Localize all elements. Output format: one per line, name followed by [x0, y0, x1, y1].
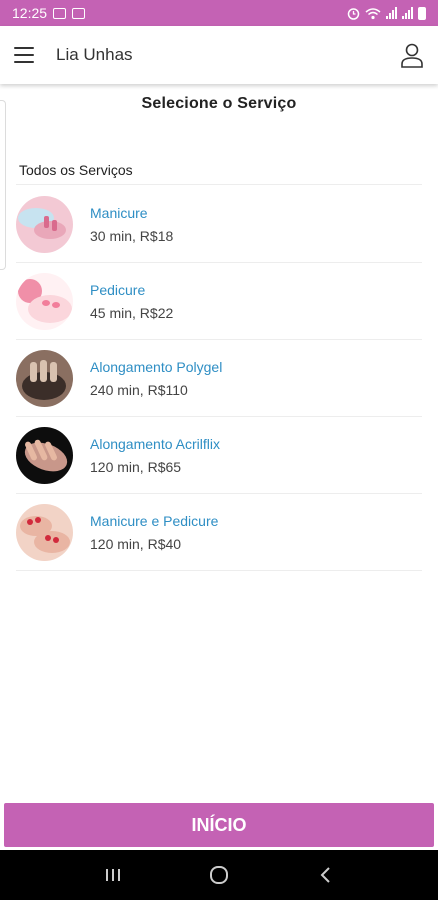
- section-label: Todos os Serviços: [19, 162, 133, 178]
- app-bar: Lia Unhas: [0, 26, 438, 84]
- section-divider: [16, 184, 422, 185]
- drawer-edge-handle[interactable]: [0, 100, 6, 270]
- manicure-pedicure-thumbnail-image: [16, 503, 73, 561]
- messenger-icon: [72, 7, 86, 19]
- service-item-manicure-e-pedicure[interactable]: Manicure e Pedicure 120 min, R$40: [16, 494, 422, 571]
- inicio-button[interactable]: INÍCIO: [4, 803, 434, 847]
- app-title: Lia Unhas: [56, 45, 133, 64]
- service-name: Pedicure: [90, 281, 146, 298]
- service-item-pedicure[interactable]: Pedicure 45 min, R$22: [16, 263, 422, 340]
- navigation-bar: [0, 850, 438, 900]
- service-item-alongamento-polygel[interactable]: Alongamento Polygel 240 min, R$110: [16, 340, 422, 417]
- page-title: Selecione o Serviço: [141, 95, 297, 112]
- gallery-icon: [53, 7, 67, 19]
- service-list: Manicure 30 min, R$18 Pedicure 45 min, R…: [16, 186, 422, 571]
- signal-icon: [386, 7, 397, 19]
- service-detail: 120 min, R$40: [90, 535, 182, 552]
- service-item-alongamento-acrilflix[interactable]: Alongamento Acrilflix 120 min, R$65: [16, 417, 422, 494]
- hamburger-menu-icon[interactable]: [14, 47, 34, 63]
- service-name: Alongamento Acrilflix: [90, 435, 220, 452]
- battery-icon: [418, 6, 426, 20]
- service-detail: 30 min, R$18: [90, 227, 174, 244]
- pedicure-thumbnail-image: [16, 272, 73, 330]
- service-item-manicure[interactable]: Manicure 30 min, R$18: [16, 186, 422, 263]
- polygel-thumbnail-image: [16, 349, 73, 407]
- wifi-icon: [365, 7, 381, 19]
- service-name: Alongamento Polygel: [90, 358, 223, 375]
- service-name: Manicure: [90, 204, 148, 221]
- signal-icon: [402, 7, 413, 19]
- service-detail: 240 min, R$110: [90, 381, 188, 398]
- acrilflix-thumbnail-image: [16, 426, 73, 484]
- alarm-icon: [347, 7, 360, 20]
- user-profile-icon[interactable]: [400, 42, 424, 68]
- service-thumbnail: [16, 272, 73, 330]
- home-icon[interactable]: [199, 855, 239, 895]
- service-detail: 120 min, R$65: [90, 458, 182, 475]
- status-right: [347, 6, 426, 20]
- service-thumbnail: [16, 195, 73, 253]
- service-thumbnail: [16, 503, 73, 561]
- service-detail: 45 min, R$22: [90, 304, 174, 321]
- service-thumbnail: [16, 426, 73, 484]
- service-thumbnail: [16, 349, 73, 407]
- service-name: Manicure e Pedicure: [90, 512, 219, 529]
- manicure-thumbnail-image: [16, 195, 73, 253]
- status-left: 12:25: [12, 5, 86, 21]
- back-icon[interactable]: [305, 855, 345, 895]
- status-bar: 12:25: [0, 0, 438, 26]
- status-time: 12:25: [12, 5, 48, 21]
- recent-apps-icon[interactable]: [93, 855, 133, 895]
